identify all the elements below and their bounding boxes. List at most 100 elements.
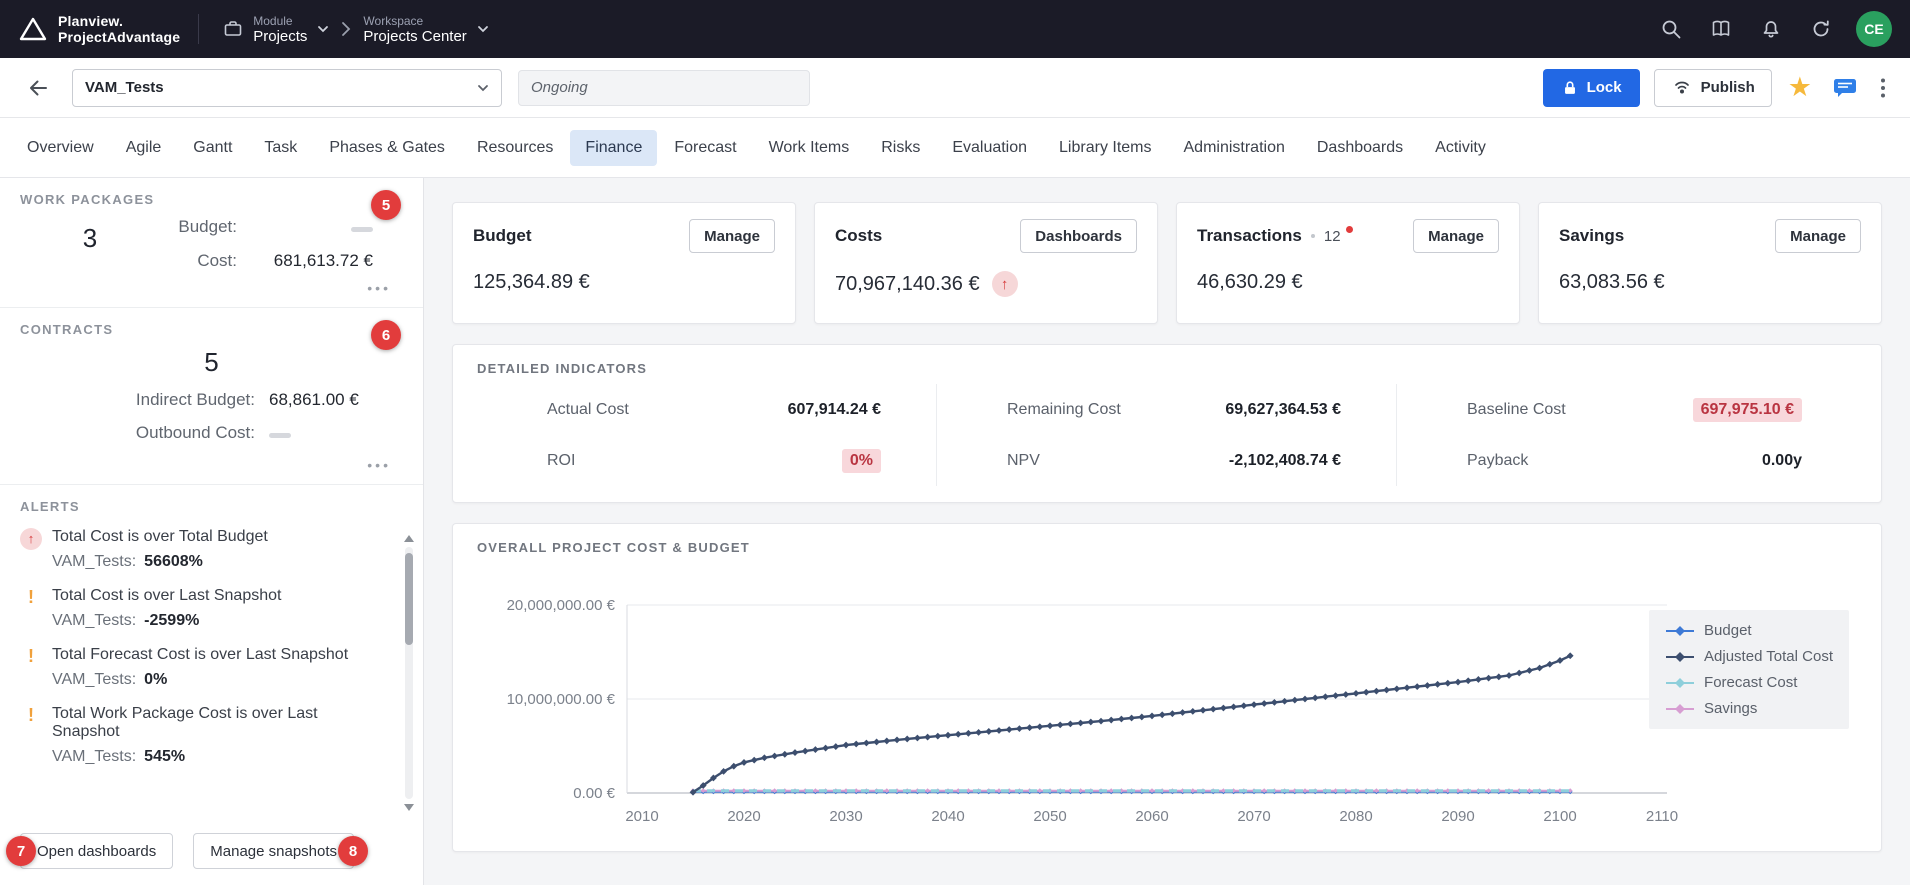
legend-label: Budget	[1704, 622, 1752, 639]
savings-card: Savings Manage 63,083.56 €	[1538, 202, 1882, 324]
module-value: Projects	[253, 30, 307, 44]
favorite-star-icon[interactable]: ★	[1786, 72, 1814, 103]
indirect-budget-label: Indirect Budget:	[20, 390, 255, 410]
costs-dashboards-button[interactable]: Dashboards	[1020, 219, 1137, 253]
contracts-more-button[interactable]: •••	[361, 456, 397, 474]
tab-phases-gates[interactable]: Phases & Gates	[314, 130, 460, 166]
trend-up-icon: ↑	[992, 271, 1018, 297]
roi-label: ROI	[547, 452, 575, 470]
budget-card-value: 125,364.89 €	[473, 271, 775, 294]
alert-warning-icon: !	[20, 646, 42, 689]
manage-snapshots-button[interactable]: Manage snapshots	[193, 833, 354, 869]
npv-label: NPV	[1007, 452, 1040, 470]
tab-task[interactable]: Task	[249, 130, 312, 166]
cost-label: Cost:	[197, 251, 237, 271]
tab-bar: Overview Agile Gantt Task Phases & Gates…	[0, 118, 1910, 178]
tab-resources[interactable]: Resources	[462, 130, 568, 166]
alert-project: VAM_Tests:	[52, 612, 136, 629]
tab-gantt[interactable]: Gantt	[178, 130, 247, 166]
search-icon	[1660, 18, 1682, 40]
savings-card-title: Savings	[1559, 226, 1624, 246]
alerts-scrollbar[interactable]	[403, 535, 415, 811]
legend-label: Savings	[1704, 700, 1757, 717]
work-packages-title: WORK PACKAGES	[20, 192, 403, 207]
tab-library-items[interactable]: Library Items	[1044, 130, 1166, 166]
npv-value: -2,102,408.74 €	[1229, 452, 1341, 470]
back-button[interactable]	[20, 70, 56, 106]
feedback-button[interactable]	[1828, 73, 1862, 103]
scrollbar-thumb[interactable]	[405, 553, 413, 645]
back-arrow-icon	[26, 76, 50, 100]
annotation-badge-8: 8	[338, 836, 368, 866]
budget-manage-button[interactable]: Manage	[689, 219, 775, 253]
alert-value: 56608%	[144, 553, 203, 570]
tab-administration[interactable]: Administration	[1169, 130, 1300, 166]
outbound-cost-label: Outbound Cost:	[20, 423, 255, 443]
notifications-button[interactable]	[1754, 12, 1788, 46]
refresh-button[interactable]	[1804, 12, 1838, 46]
project-select[interactable]: VAM_Tests	[72, 69, 502, 107]
work-packages-more-button[interactable]: •••	[361, 279, 397, 297]
svg-text:2020: 2020	[727, 808, 760, 825]
tab-forecast[interactable]: Forecast	[659, 130, 751, 166]
sidebar-footer: Open dashboards 7 Manage snapshots 8	[0, 819, 423, 885]
legend-marker-icon	[1665, 677, 1695, 689]
svg-text:2010: 2010	[625, 808, 658, 825]
transactions-card: Transactions 12 Manage 46,630.29 €	[1176, 202, 1520, 324]
svg-text:10,000,000.00 €: 10,000,000.00 €	[507, 691, 616, 708]
transactions-card-title: Transactions	[1197, 226, 1302, 246]
open-book-icon	[1710, 18, 1732, 40]
status-field[interactable]	[518, 70, 810, 106]
legend-item-savings[interactable]: Savings	[1665, 700, 1833, 717]
publish-label: Publish	[1701, 79, 1755, 96]
library-button[interactable]	[1704, 12, 1738, 46]
search-button[interactable]	[1654, 12, 1688, 46]
tab-risks[interactable]: Risks	[866, 130, 935, 166]
top-bar: Planview. ProjectAdvantage Module Projec…	[0, 0, 1910, 58]
breadcrumb-chevron-icon	[341, 21, 351, 37]
savings-manage-button[interactable]: Manage	[1775, 219, 1861, 253]
savings-card-value: 63,083.56 €	[1559, 271, 1861, 294]
alert-project: VAM_Tests:	[52, 748, 136, 765]
lock-icon	[1561, 79, 1579, 97]
tab-evaluation[interactable]: Evaluation	[937, 130, 1042, 166]
kebab-menu-icon[interactable]	[1876, 73, 1890, 103]
workspace-label: Workspace	[363, 14, 423, 28]
workspace-picker[interactable]: Workspace Projects Center	[357, 10, 494, 48]
tab-activity[interactable]: Activity	[1420, 130, 1501, 166]
alert-item: ! Total Cost is over Last Snapshot VAM_T…	[20, 587, 373, 630]
legend-item-adjusted-total-cost[interactable]: Adjusted Total Cost	[1665, 648, 1833, 665]
publish-button[interactable]: Publish	[1654, 69, 1772, 107]
alert-value: 0%	[144, 671, 167, 688]
scroll-down-icon[interactable]	[404, 804, 414, 811]
legend-item-budget[interactable]: Budget	[1665, 622, 1833, 639]
svg-text:2100: 2100	[1543, 808, 1576, 825]
lock-button[interactable]: Lock	[1543, 69, 1640, 107]
open-dashboards-button[interactable]: Open dashboards	[20, 833, 173, 869]
svg-text:2110: 2110	[1646, 808, 1678, 825]
svg-text:2080: 2080	[1339, 808, 1372, 825]
budget-card: Budget Manage 125,364.89 €	[452, 202, 796, 324]
transactions-manage-button[interactable]: Manage	[1413, 219, 1499, 253]
module-picker[interactable]: Module Projects	[217, 10, 335, 48]
tab-finance[interactable]: Finance	[570, 130, 657, 166]
empty-value-dash	[351, 227, 373, 232]
tab-dashboards[interactable]: Dashboards	[1302, 130, 1418, 166]
scroll-up-icon[interactable]	[404, 535, 414, 542]
user-avatar[interactable]: CE	[1856, 11, 1892, 47]
alert-text: Total Work Package Cost is over Last Sna…	[52, 705, 373, 741]
scrollbar-track[interactable]	[405, 547, 413, 799]
tab-work-items[interactable]: Work Items	[754, 130, 865, 166]
alert-value: 545%	[144, 748, 185, 765]
contracts-title: CONTRACTS	[20, 322, 403, 337]
tab-overview[interactable]: Overview	[12, 130, 109, 166]
divider	[198, 14, 199, 44]
alert-list: ↑ Total Cost is over Total Budget VAM_Te…	[20, 528, 403, 766]
alert-text: Total Forecast Cost is over Last Snapsho…	[52, 646, 348, 664]
workspace-value: Projects Center	[363, 30, 466, 44]
tab-agile[interactable]: Agile	[111, 130, 177, 166]
payback-label: Payback	[1467, 452, 1528, 470]
actual-cost-value: 607,914.24 €	[788, 401, 881, 419]
legend-label: Forecast Cost	[1704, 674, 1797, 691]
legend-item-forecast-cost[interactable]: Forecast Cost	[1665, 674, 1833, 691]
